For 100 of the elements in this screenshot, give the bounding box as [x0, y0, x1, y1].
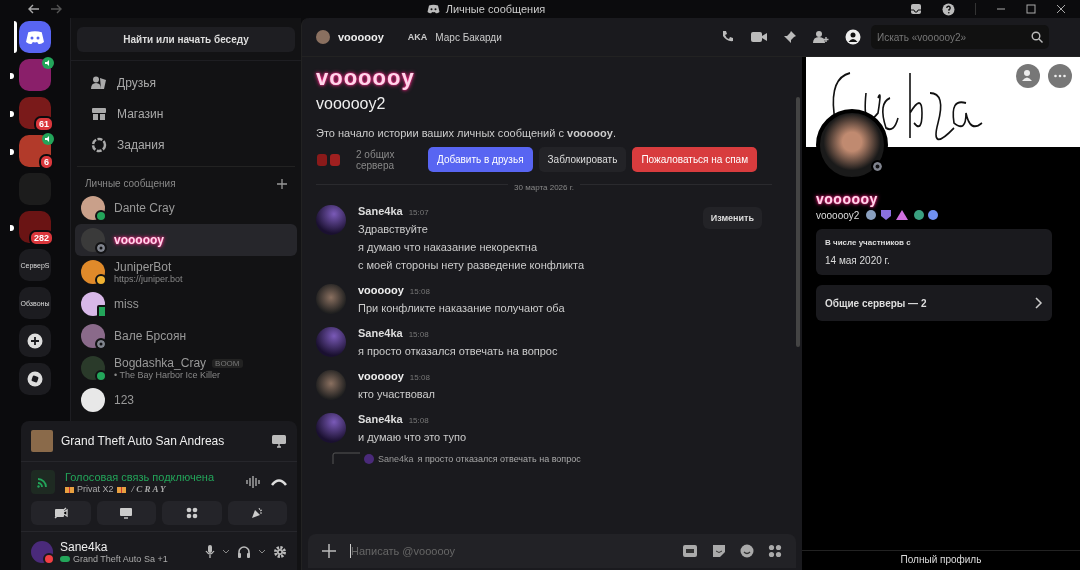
- dm-name: Вале Брсоян: [114, 329, 187, 343]
- action-button[interactable]: Добавить в друзья: [428, 147, 533, 172]
- search-conversation-button[interactable]: Найти или начать беседу: [77, 27, 295, 52]
- message-time: 15:07: [408, 208, 429, 217]
- user-profile-icon[interactable]: [845, 29, 861, 45]
- camera-off-button[interactable]: [31, 501, 91, 525]
- voice-server-name: / C R A Y: [131, 483, 166, 494]
- avatar: [316, 30, 330, 44]
- dm-item[interactable]: 123: [75, 384, 297, 416]
- message-avatar[interactable]: [316, 327, 346, 357]
- message-avatar[interactable]: [316, 284, 346, 314]
- username: voooooy2: [316, 95, 387, 113]
- help-icon[interactable]: [942, 2, 955, 16]
- plus-icon[interactable]: [277, 178, 287, 189]
- soundboard-wave-icon[interactable]: [245, 475, 261, 489]
- soundboard-button[interactable]: [227, 501, 287, 525]
- dm-item[interactable]: miss: [75, 288, 297, 320]
- alias-name: Марс Бакарди: [435, 31, 502, 43]
- chevron-right-icon: [1035, 297, 1043, 309]
- dm-item[interactable]: JuniperBot https://juniper.bot: [75, 256, 297, 288]
- apps-icon: [185, 507, 198, 519]
- more-options-button[interactable]: [1048, 64, 1072, 88]
- message-text: При конфликте наказание получают оба: [358, 302, 565, 314]
- screen-share-icon[interactable]: [271, 434, 287, 448]
- microphone-icon[interactable]: [205, 545, 215, 559]
- activities-button[interactable]: [162, 501, 222, 525]
- shop-icon: [91, 106, 107, 121]
- headphones-icon[interactable]: [237, 545, 251, 559]
- message-author[interactable]: Sane4ka: [358, 327, 403, 339]
- full-profile-link[interactable]: Полный профиль: [900, 554, 982, 565]
- username: voooooy2: [816, 209, 860, 221]
- direct-messages-button[interactable]: [19, 21, 51, 53]
- phone-call-icon[interactable]: [721, 30, 735, 44]
- action-button[interactable]: Заблокировать: [538, 147, 627, 172]
- apps-icon[interactable]: [768, 544, 782, 558]
- dm-item[interactable]: Bogdashka_Cray BOOM • The Bay Harbor Ice Killer: [75, 352, 297, 384]
- nav-item[interactable]: Друзья: [89, 67, 283, 98]
- plus-icon[interactable]: [322, 544, 336, 558]
- chevron-down-icon[interactable]: [222, 549, 230, 555]
- message-placeholder: Написать @voooooy: [351, 545, 456, 557]
- avatar: [81, 388, 105, 412]
- message-avatar[interactable]: [316, 205, 346, 235]
- message-author[interactable]: voooooy: [358, 370, 404, 382]
- search-field[interactable]: Искать «voooooy2»: [871, 25, 1049, 49]
- discord-logo-icon: [25, 29, 45, 45]
- message-author[interactable]: voooooy: [358, 284, 404, 296]
- message-text: я просто отказался отвечать на вопрос: [358, 345, 558, 357]
- mention-count-badge: 61: [34, 116, 54, 132]
- maximize-icon[interactable]: [1026, 4, 1036, 14]
- close-icon[interactable]: [1056, 4, 1066, 14]
- chevron-down-icon[interactable]: [258, 549, 266, 555]
- server-icon[interactable]: 6: [19, 135, 51, 167]
- dm-name: JuniperBot: [114, 260, 172, 274]
- add-friend-button[interactable]: [1016, 64, 1040, 88]
- emoji-icon[interactable]: [740, 544, 754, 558]
- user-avatar[interactable]: [31, 541, 53, 563]
- channel-name: voooooy: [338, 31, 384, 43]
- server-icon[interactable]: 282: [19, 211, 51, 243]
- dm-subtitle: • The Bay Harbor Ice Killer: [114, 370, 222, 380]
- forward-arrow-icon[interactable]: [50, 4, 62, 14]
- display-name: voooooy: [316, 65, 416, 91]
- message-avatar[interactable]: [316, 413, 346, 443]
- message-time: 15:08: [409, 373, 430, 382]
- message-author[interactable]: Sane4ka: [358, 413, 403, 425]
- disconnect-icon[interactable]: [271, 477, 287, 487]
- inbox-icon[interactable]: [910, 3, 922, 15]
- member-since-date: 14 мая 2020 г.: [825, 255, 891, 266]
- scrollbar[interactable]: [796, 97, 800, 347]
- action-button[interactable]: Пожаловаться на спам: [632, 147, 757, 172]
- camera-off-icon: [53, 507, 68, 519]
- screen-share-button[interactable]: [96, 501, 156, 525]
- pin-icon[interactable]: [783, 30, 797, 44]
- dm-item[interactable]: voooooy: [75, 224, 297, 256]
- voice-channel-name[interactable]: Privat X2: [77, 483, 114, 494]
- aka-label: AKA: [407, 32, 428, 42]
- mutual-servers-button[interactable]: Общие серверы — 2: [816, 285, 1052, 321]
- message-time: 15:08: [408, 330, 429, 339]
- dm-item[interactable]: Dante Cray: [75, 192, 297, 224]
- message-author[interactable]: Sane4ka: [358, 205, 403, 217]
- message-avatar[interactable]: [316, 370, 346, 400]
- compass-icon[interactable]: [27, 371, 43, 387]
- add-server-icon[interactable]: [27, 333, 43, 349]
- quests-icon: [91, 136, 107, 153]
- dm-item[interactable]: Вале Брсоян: [75, 320, 297, 352]
- card-label: В числе участников с: [825, 238, 912, 247]
- mutual-servers-link[interactable]: 2 общих сервера: [356, 148, 422, 171]
- video-camera-icon[interactable]: [751, 31, 767, 43]
- server-icon[interactable]: [19, 59, 51, 91]
- server-icon[interactable]: 61: [19, 97, 51, 129]
- mention-count-badge: 282: [28, 230, 54, 246]
- gif-icon[interactable]: [682, 544, 698, 558]
- sticker-icon[interactable]: [712, 544, 726, 558]
- nav-item[interactable]: Магазин: [89, 98, 283, 129]
- back-arrow-icon[interactable]: [28, 4, 40, 14]
- nav-item[interactable]: Задания: [89, 129, 283, 160]
- message-text: Здравствуйте: [358, 223, 429, 235]
- user-status: Grand Theft Auto Sa +1: [73, 554, 168, 564]
- add-friend-icon[interactable]: [813, 30, 829, 44]
- dm-name: Dante Cray: [114, 201, 175, 215]
- settings-icon[interactable]: [273, 545, 287, 559]
